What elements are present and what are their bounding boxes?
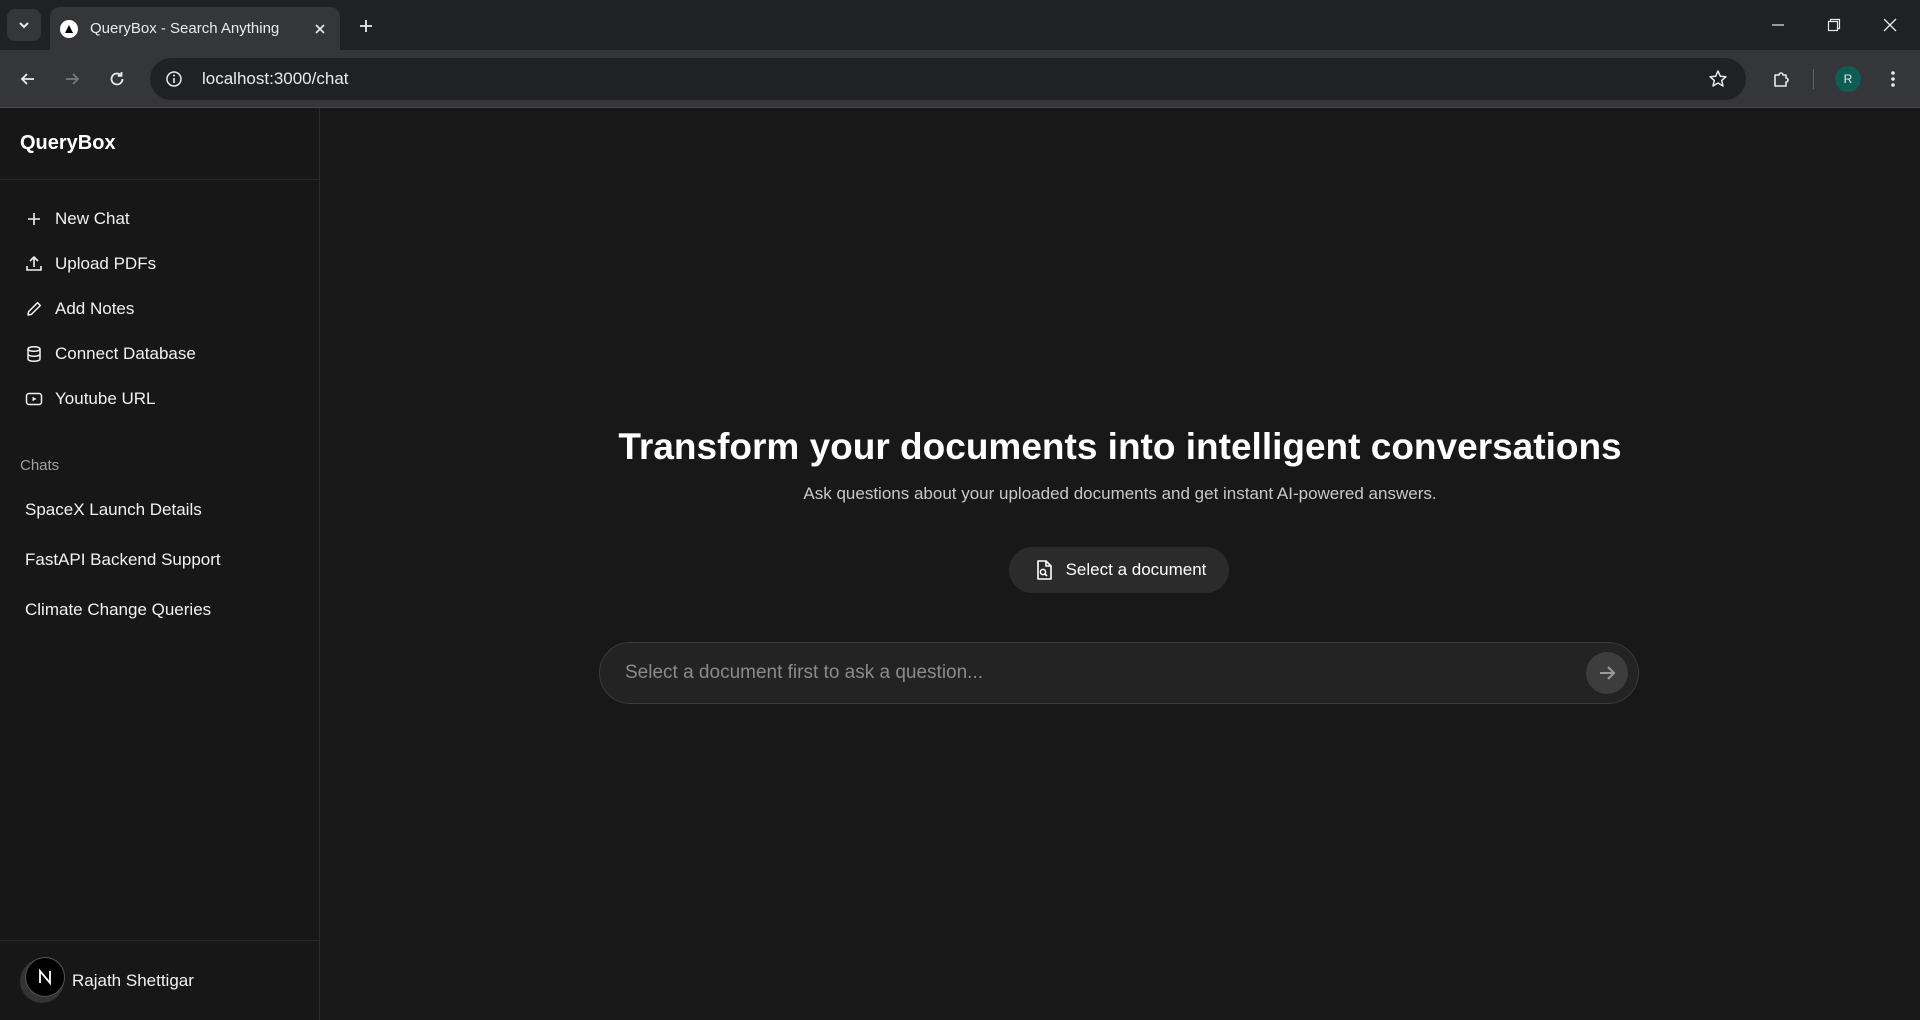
- chats-section-label: Chats: [20, 457, 60, 474]
- restore-button[interactable]: [1806, 0, 1862, 50]
- app: QueryBox New Chat Upload PDFs Add Notes …: [0, 108, 1920, 1020]
- site-info-icon[interactable]: [156, 61, 192, 97]
- connect-database-button[interactable]: Connect Database: [0, 331, 319, 376]
- new-tab-button[interactable]: [352, 12, 380, 40]
- puzzle-icon: [1774, 72, 1789, 87]
- question-input[interactable]: [600, 662, 1586, 684]
- minimize-button[interactable]: [1750, 0, 1806, 50]
- upload-pdfs-button[interactable]: Upload PDFs: [0, 241, 319, 286]
- tab-close-icon[interactable]: [310, 19, 330, 39]
- chevron-down-icon: [19, 22, 29, 29]
- menu-label: Connect Database: [55, 343, 196, 363]
- arrow-right-icon: [1600, 666, 1616, 680]
- back-button[interactable]: [12, 63, 44, 95]
- n-logo-icon: [25, 956, 65, 997]
- chat-history-item[interactable]: SpaceX Launch Details: [0, 485, 319, 535]
- profile-avatar: R: [1835, 66, 1861, 92]
- page-subheadline: Ask questions about your uploaded docume…: [803, 484, 1437, 503]
- new-chat-button[interactable]: New Chat: [0, 196, 319, 241]
- upload-icon: [24, 254, 44, 274]
- address-bar[interactable]: localhost:3000/chat: [150, 58, 1746, 100]
- tab-title: QueryBox - Search Anything: [90, 20, 280, 37]
- sidebar-menu: New Chat Upload PDFs Add Notes Connect D…: [0, 180, 319, 421]
- browser-tabbar: QueryBox - Search Anything: [0, 0, 1920, 50]
- forward-button[interactable]: [56, 63, 88, 95]
- question-input-bar: [599, 642, 1639, 704]
- menu-label: Upload PDFs: [55, 253, 157, 273]
- send-button[interactable]: [1586, 652, 1628, 694]
- toolbar-divider: [1813, 69, 1814, 89]
- restore-icon: [1827, 18, 1841, 32]
- menu-label: Youtube URL: [55, 388, 156, 408]
- close-window-button[interactable]: [1862, 0, 1918, 50]
- browser-toolbar: localhost:3000/chat R: [0, 50, 1920, 108]
- close-icon: [1883, 18, 1897, 32]
- youtube-icon: [24, 389, 44, 409]
- minimize-icon: [1772, 24, 1784, 26]
- select-document-button[interactable]: Select a document: [1009, 547, 1229, 593]
- menu-label: New Chat: [55, 208, 130, 228]
- select-document-label: Select a document: [1065, 560, 1207, 579]
- main-content: Transform your documents into intelligen…: [320, 108, 1920, 1020]
- app-brand: QueryBox: [0, 108, 319, 180]
- arrow-left-icon: [20, 73, 34, 85]
- database-icon: [24, 344, 44, 364]
- reload-icon: [110, 72, 124, 86]
- chat-history-item[interactable]: FastAPI Backend Support: [0, 535, 319, 585]
- avatar: [20, 956, 65, 1003]
- plus-icon: [24, 209, 44, 229]
- sidebar: QueryBox New Chat Upload PDFs Add Notes …: [0, 108, 320, 1020]
- browser-tab[interactable]: QueryBox - Search Anything: [50, 7, 340, 50]
- arrow-right-icon: [66, 73, 80, 85]
- add-notes-button[interactable]: Add Notes: [0, 286, 319, 331]
- tab-list-button[interactable]: [7, 9, 41, 41]
- url-text[interactable]: localhost:3000/chat: [202, 69, 1700, 89]
- file-search-icon: [1032, 558, 1056, 582]
- reload-button[interactable]: [101, 63, 133, 95]
- menu-label: Add Notes: [55, 298, 135, 318]
- favicon-icon: [60, 19, 78, 38]
- user-profile[interactable]: Rajath Shettigar: [0, 940, 319, 1020]
- plus-icon: [360, 20, 372, 32]
- user-name: Rajath Shettigar: [72, 970, 194, 990]
- pencil-icon: [24, 299, 44, 319]
- more-vertical-icon: [1891, 71, 1895, 87]
- browser-menu-button[interactable]: [1877, 63, 1909, 95]
- bookmark-star-icon[interactable]: [1700, 61, 1736, 97]
- extensions-button[interactable]: [1766, 63, 1798, 95]
- profile-button[interactable]: R: [1832, 63, 1864, 95]
- youtube-url-button[interactable]: Youtube URL: [0, 376, 319, 421]
- page-headline: Transform your documents into intelligen…: [618, 426, 1622, 467]
- chat-history-item[interactable]: Climate Change Queries: [0, 585, 319, 635]
